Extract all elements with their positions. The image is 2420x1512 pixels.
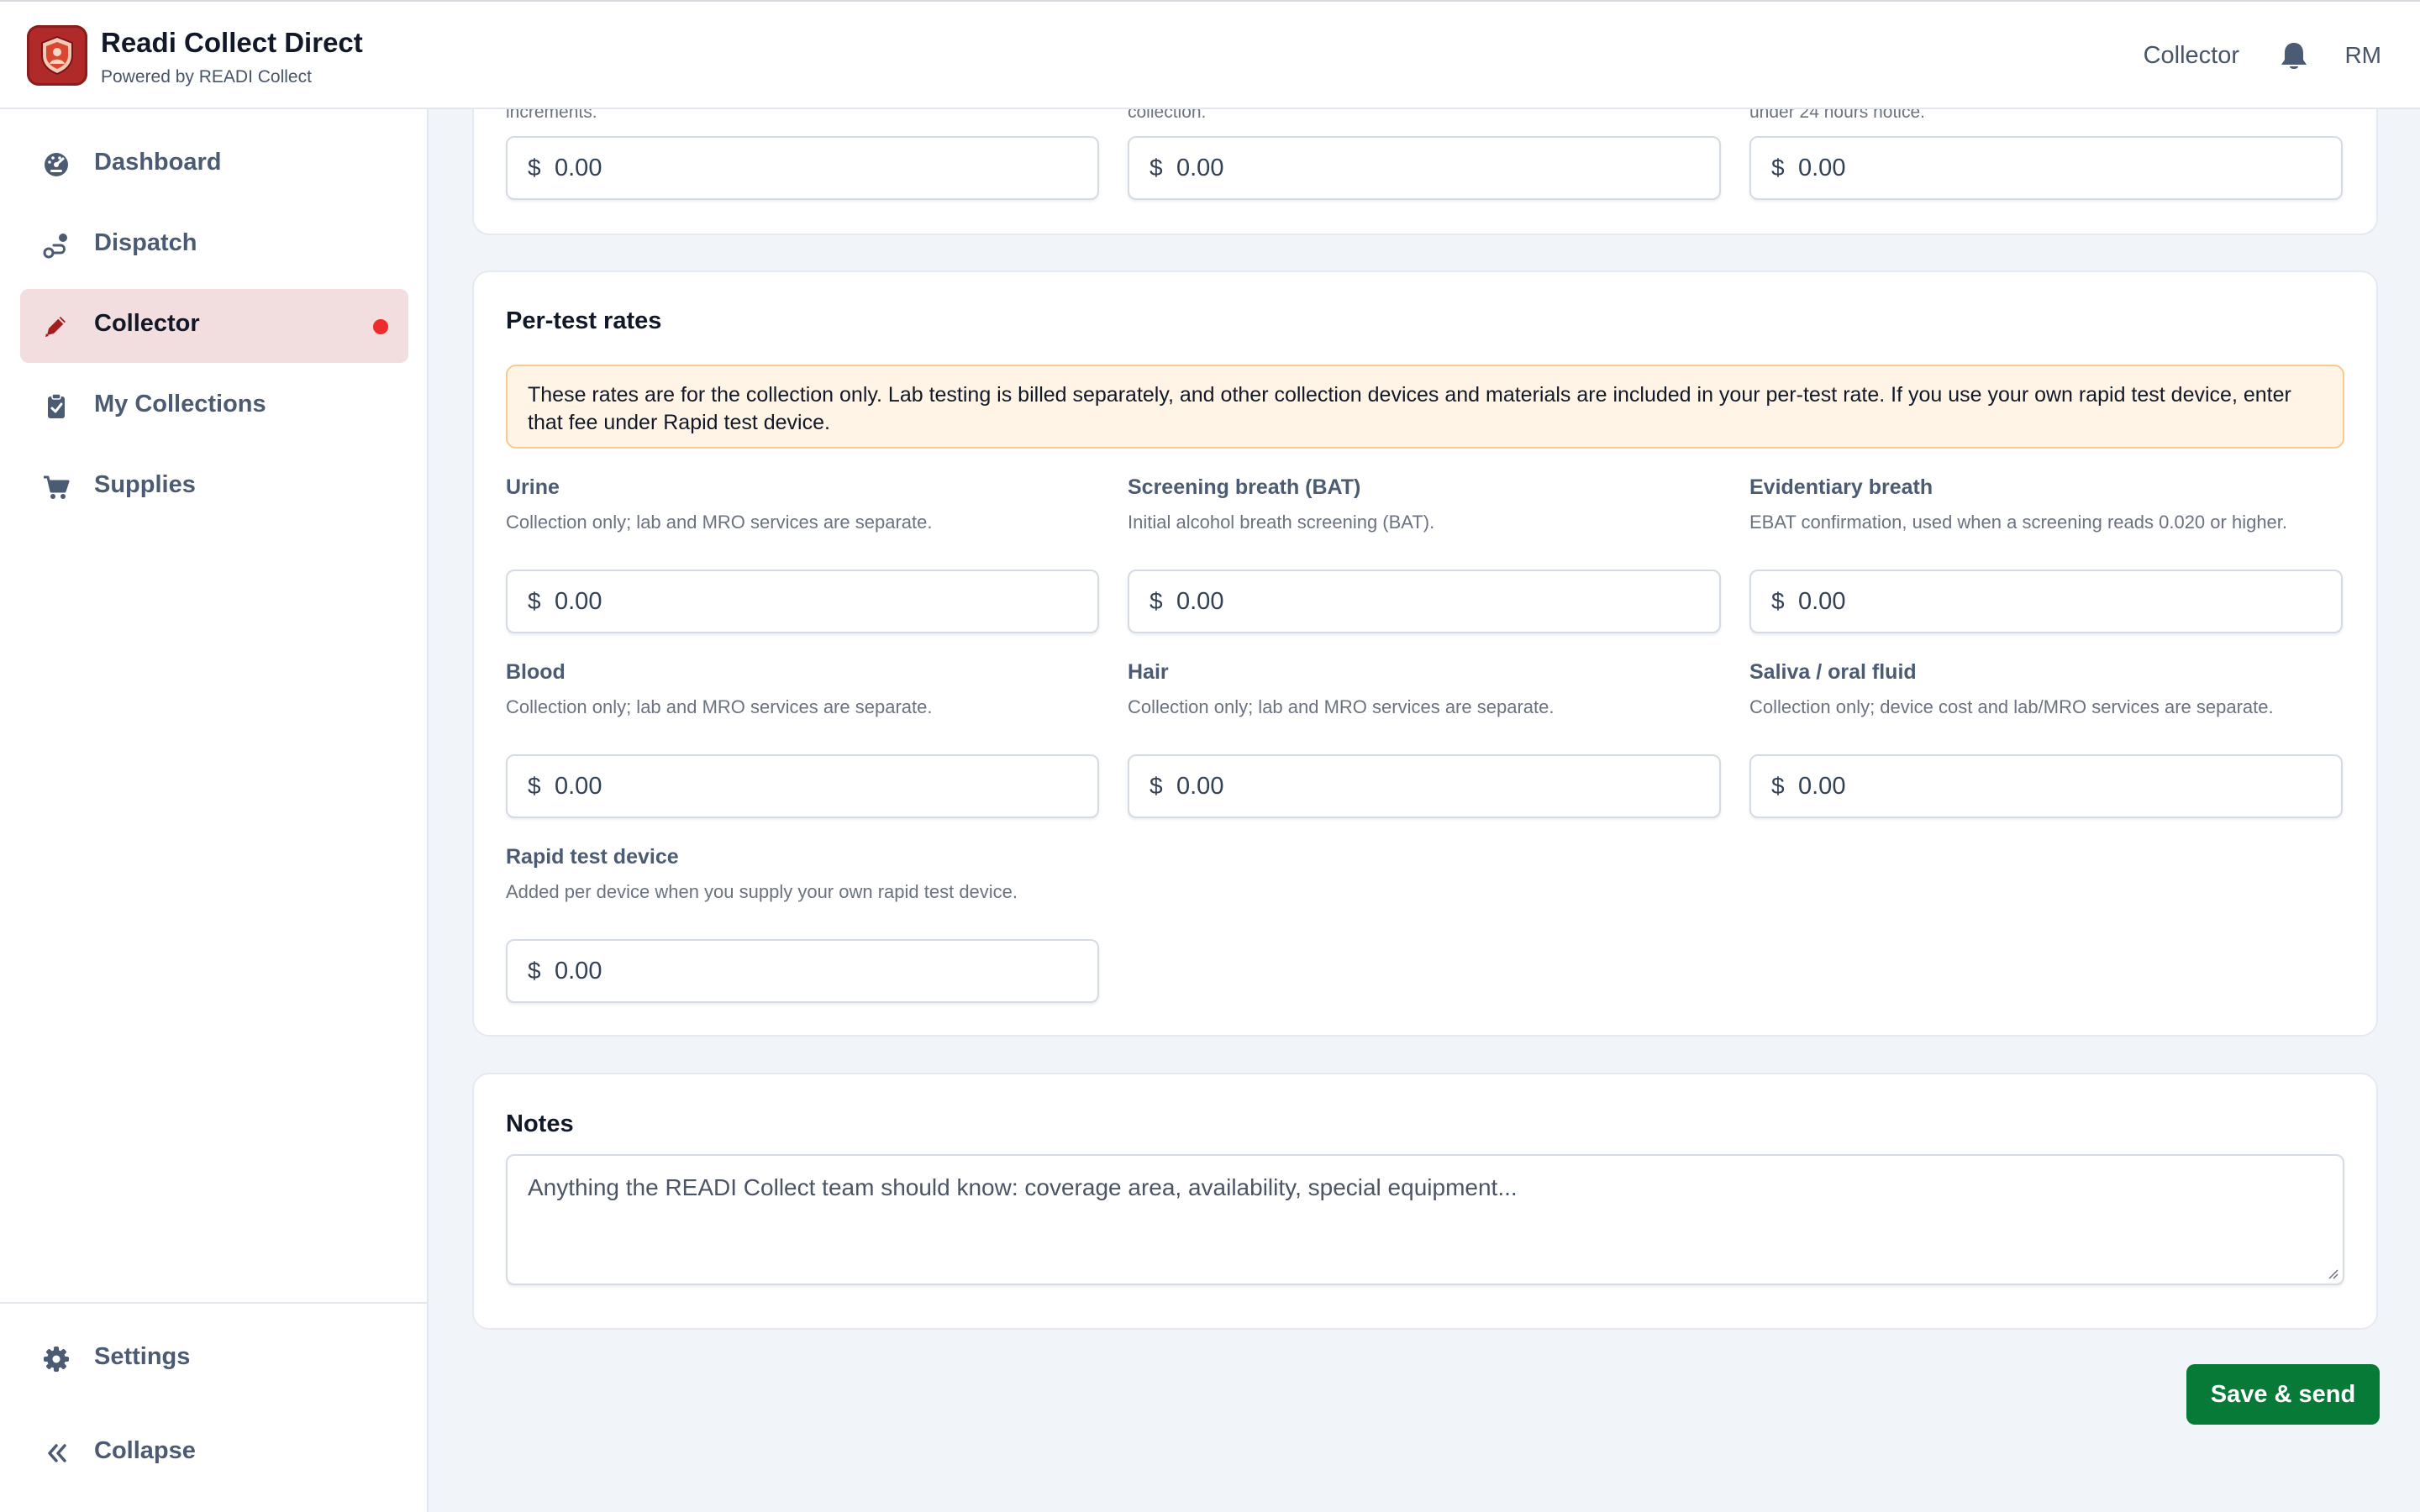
top-bar: Readi Collect Direct Powered by READI Co… — [0, 0, 2420, 109]
blood-rate-input[interactable]: $ 0.00 — [506, 754, 1099, 818]
currency-symbol: $ — [1771, 588, 1785, 614]
gauge-icon — [42, 150, 71, 179]
resize-grip-icon[interactable] — [2326, 1267, 2339, 1280]
rate-value: 0.00 — [1176, 773, 1224, 800]
sidebar-item-label: Dashboard — [94, 149, 222, 176]
field-label-saliva: Saliva / oral fluid — [1749, 660, 1917, 684]
sidebar-item-my-collections[interactable]: My Collections — [20, 370, 408, 444]
field-label-evidentiary-breath: Evidentiary breath — [1749, 475, 1933, 499]
saliva-rate-input[interactable]: $ 0.00 — [1749, 754, 2343, 818]
rate-value: 0.00 — [1798, 773, 1846, 800]
field-help-blood: Collection only; lab and MRO services ar… — [506, 696, 933, 717]
field-label-blood: Blood — [506, 660, 566, 684]
app-title: Readi Collect Direct — [101, 27, 363, 58]
section-title-notes: Notes — [506, 1110, 574, 1137]
gear-icon — [42, 1345, 71, 1373]
notes-placeholder: Anything the READI Collect team should k… — [528, 1174, 1518, 1200]
app-logo — [27, 25, 87, 86]
currency-symbol: $ — [528, 155, 541, 181]
cart-icon — [42, 473, 71, 501]
rate-value: 0.00 — [555, 155, 602, 181]
sidebar-item-label: Dispatch — [94, 229, 197, 256]
sidebar-item-dashboard[interactable]: Dashboard — [20, 128, 408, 202]
route-icon — [42, 231, 71, 260]
notes-textarea[interactable]: Anything the READI Collect team should k… — [506, 1154, 2344, 1285]
field-label-hair: Hair — [1128, 660, 1169, 684]
sidebar-item-label: Collapse — [94, 1437, 196, 1464]
sidebar-divider — [0, 1302, 427, 1304]
clipboard-icon — [42, 392, 71, 421]
urine-rate-input[interactable]: $ 0.00 — [506, 570, 1099, 633]
rates-notice: These rates are for the collection only.… — [506, 365, 2344, 449]
sidebar-item-supplies[interactable]: Supplies — [20, 450, 408, 524]
section-title-per-test-rates: Per-test rates — [506, 307, 662, 334]
save-and-send-button[interactable]: Save & send — [2186, 1364, 2380, 1425]
field-help-urine: Collection only; lab and MRO services ar… — [506, 512, 933, 533]
sidebar-item-label: Settings — [94, 1343, 191, 1370]
currency-symbol: $ — [528, 958, 541, 984]
field-help-saliva: Collection only; device cost and lab/MRO… — [1749, 696, 2274, 717]
field-label-rapid-test-device: Rapid test device — [506, 845, 679, 869]
sidebar-item-settings[interactable]: Settings — [20, 1322, 408, 1396]
pen-icon — [42, 312, 71, 340]
rate-input[interactable]: $ 0.00 — [506, 136, 1099, 200]
currency-symbol: $ — [528, 773, 541, 799]
rate-input[interactable]: $ 0.00 — [1128, 136, 1721, 200]
field-help-evidentiary-breath: EBAT confirmation, used when a screening… — [1749, 512, 2288, 533]
sidebar: Dashboard Dispatch Collector My Collecti… — [0, 109, 429, 1512]
rate-value: 0.00 — [555, 773, 602, 800]
sidebar-item-label: My Collections — [94, 391, 266, 417]
user-avatar[interactable]: RM — [2344, 42, 2381, 69]
currency-symbol: $ — [1150, 155, 1163, 181]
rate-value: 0.00 — [555, 588, 602, 615]
field-help-rapid-test-device: Added per device when you supply your ow… — [506, 881, 1018, 902]
rate-value: 0.00 — [1798, 588, 1846, 615]
currency-symbol: $ — [1150, 588, 1163, 614]
rapid-test-device-rate-input[interactable]: $ 0.00 — [506, 939, 1099, 1003]
sidebar-collapse-button[interactable]: Collapse — [20, 1416, 408, 1490]
rate-input[interactable]: $ 0.00 — [1749, 136, 2343, 200]
app-subtitle: Powered by READI Collect — [101, 67, 312, 87]
sidebar-item-dispatch[interactable]: Dispatch — [20, 208, 408, 282]
field-help-hair: Collection only; lab and MRO services ar… — [1128, 696, 1555, 717]
notifications-bell-icon[interactable] — [2279, 40, 2309, 72]
sidebar-item-collector[interactable]: Collector — [20, 289, 408, 363]
currency-symbol: $ — [1771, 773, 1785, 799]
rate-value: 0.00 — [555, 958, 602, 984]
sidebar-item-label: Collector — [94, 310, 200, 337]
screening-breath-rate-input[interactable]: $ 0.00 — [1128, 570, 1721, 633]
currency-symbol: $ — [1771, 155, 1785, 181]
field-label-screening-breath: Screening breath (BAT) — [1128, 475, 1361, 499]
rate-value: 0.00 — [1798, 155, 1846, 181]
role-switcher[interactable]: Collector — [2144, 42, 2239, 70]
shield-logo-icon — [41, 35, 73, 76]
chevrons-left-icon — [42, 1439, 71, 1467]
evidentiary-breath-rate-input[interactable]: $ 0.00 — [1749, 570, 2343, 633]
hair-rate-input[interactable]: $ 0.00 — [1128, 754, 1721, 818]
field-label-urine: Urine — [506, 475, 560, 499]
notification-dot — [373, 319, 388, 334]
sidebar-item-label: Supplies — [94, 471, 196, 498]
rate-value: 0.00 — [1176, 155, 1224, 181]
currency-symbol: $ — [528, 588, 541, 614]
field-help-screening-breath: Initial alcohol breath screening (BAT). — [1128, 512, 1435, 533]
currency-symbol: $ — [1150, 773, 1163, 799]
rate-value: 0.00 — [1176, 588, 1224, 615]
